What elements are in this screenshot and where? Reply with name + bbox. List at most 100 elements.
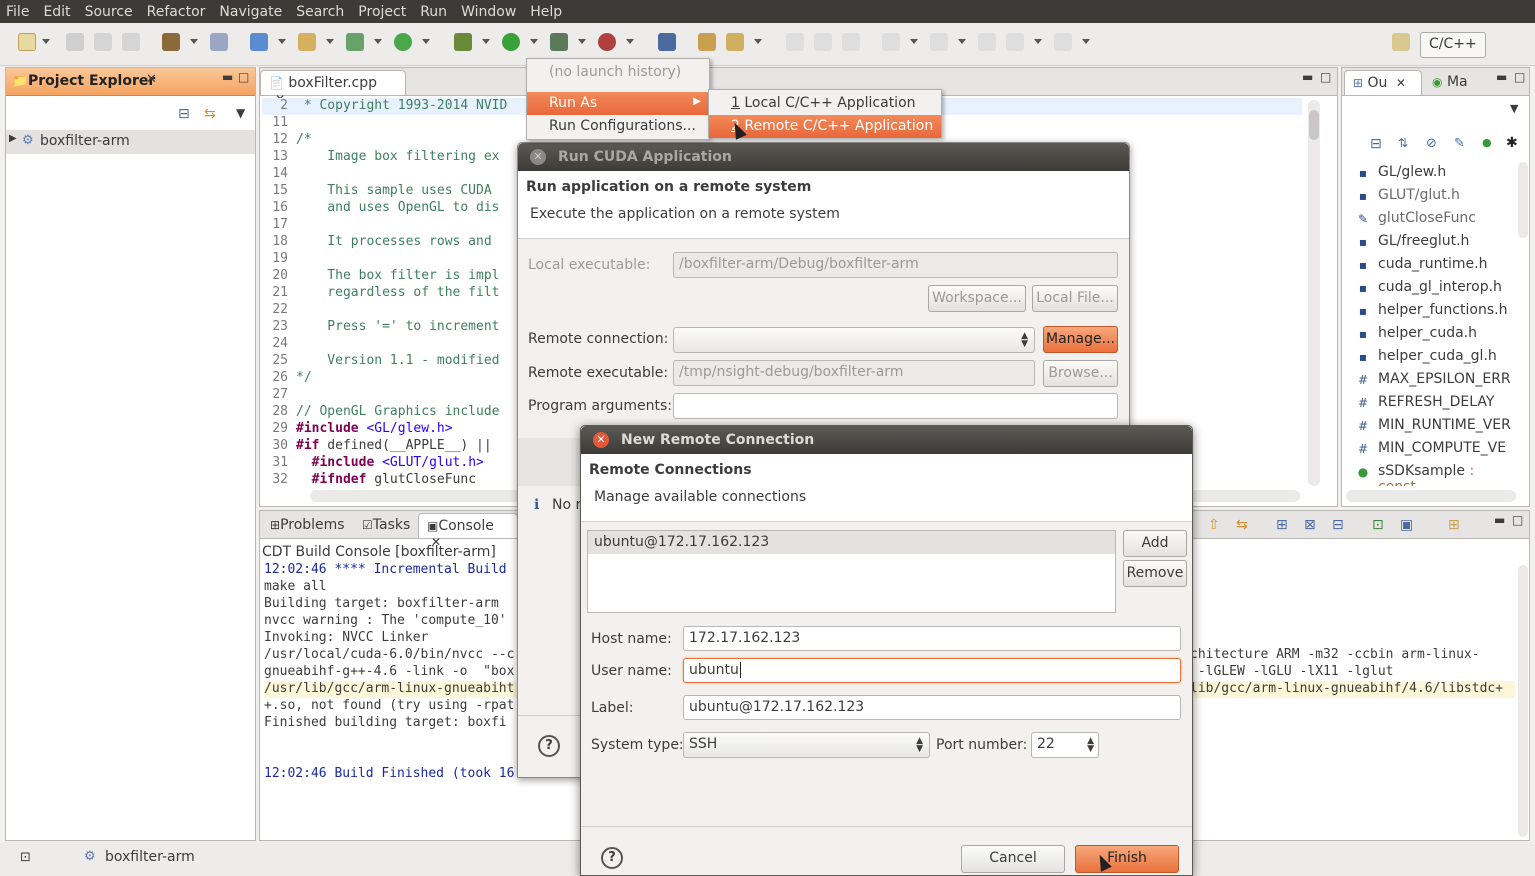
program-args-field[interactable] <box>673 393 1118 419</box>
outline-item[interactable]: # REFRESH_DELAY <box>1342 392 1514 415</box>
run-icon[interactable] <box>502 33 520 51</box>
outline-item[interactable]: ▪ helper_functions.h <box>1342 300 1514 323</box>
open-console-icon[interactable]: ⊞ <box>1448 517 1460 533</box>
menu-project[interactable]: Project <box>358 4 406 20</box>
collapse-all-icon[interactable]: ⊟ <box>178 106 190 122</box>
menu-navigate[interactable]: Navigate <box>219 4 282 20</box>
remove-button[interactable]: Remove <box>1123 560 1187 587</box>
copy-icon[interactable]: ⊞ <box>1276 517 1288 533</box>
menu-item-local-app[interactable]: 1 Local C/C++ Application <box>709 92 941 115</box>
manage-button[interactable]: Manage... <box>1043 326 1118 353</box>
last-edit-icon[interactable] <box>978 33 996 51</box>
new-file-icon[interactable] <box>346 33 364 51</box>
remote-exe-field[interactable]: /tmp/nsight-debug/boxfilter-arm <box>673 360 1035 386</box>
cancel-button[interactable]: Cancel <box>961 845 1065 873</box>
save-icon[interactable] <box>66 33 84 51</box>
back-icon[interactable] <box>1006 33 1024 51</box>
menu-item-run-as[interactable]: Run As ▶ <box>527 92 709 115</box>
refresh-icon[interactable] <box>394 33 412 51</box>
outline-item[interactable]: # MIN_COMPUTE_VE <box>1342 438 1514 461</box>
outline-item[interactable]: ✎ glutCloseFunc <box>1342 208 1514 231</box>
help-icon[interactable]: ? <box>538 735 560 757</box>
display-console-icon[interactable]: ▣ <box>1400 517 1413 533</box>
console-scrollbar[interactable] <box>1518 565 1528 837</box>
close-icon[interactable]: ✕ <box>1396 76 1406 90</box>
forward-icon[interactable] <box>1054 33 1072 51</box>
menu-run[interactable]: Run <box>420 4 447 20</box>
debug-bug-icon[interactable] <box>454 33 472 51</box>
tab-console[interactable]: ▣Console ✕ <box>418 513 518 549</box>
user-name-field[interactable]: ubuntu <box>683 658 1181 683</box>
outline-item[interactable]: ▪ helper_cuda.h <box>1342 323 1514 346</box>
connections-list[interactable]: ubuntu@172.17.162.123 <box>587 530 1116 613</box>
menu-search[interactable]: Search <box>296 4 344 20</box>
list-item[interactable]: ubuntu@172.17.162.123 <box>588 531 1115 554</box>
new-project-icon[interactable] <box>250 33 268 51</box>
help-icon[interactable]: ? <box>601 847 623 869</box>
add-button[interactable]: Add <box>1123 530 1187 557</box>
view-menu-icon[interactable]: ▼ <box>1510 102 1518 115</box>
tab-outline[interactable]: ⊞ Ou ✕ <box>1344 70 1422 95</box>
minimize-icon[interactable]: ▬ <box>1496 70 1507 84</box>
outline-item[interactable]: ▪ GLUT/glut.h <box>1342 185 1514 208</box>
minimize-icon[interactable]: ▬ <box>1302 70 1313 84</box>
menu-source[interactable]: Source <box>85 4 133 20</box>
system-type-select[interactable]: SSH ▲ ▼ <box>683 732 930 758</box>
project-explorer-tab[interactable]: 📁 Project Explorer ✕ ▬ □ <box>6 68 255 96</box>
hide-nonpublic-icon[interactable]: ● <box>1482 136 1492 149</box>
menu-window[interactable]: Window <box>461 4 516 20</box>
hide-static-icon[interactable]: ✎ <box>1454 136 1465 151</box>
outline-scrollbar[interactable] <box>1518 162 1528 238</box>
new-folder-icon[interactable] <box>298 33 316 51</box>
minimize-icon[interactable]: ▬ <box>222 70 233 84</box>
link-editor-icon[interactable]: ⇆ <box>204 106 216 122</box>
word-wrap-icon[interactable]: ⊠ <box>1304 517 1316 533</box>
open-perspective-icon[interactable] <box>1392 33 1410 51</box>
pin-up-icon[interactable]: ⇧ <box>1208 517 1220 533</box>
remote-connection-select[interactable]: ▲ ▼ <box>673 327 1035 353</box>
build-all-icon[interactable] <box>210 33 228 51</box>
close-icon[interactable]: ✕ <box>146 72 157 87</box>
outline-item[interactable]: ▪ GL/glew.h <box>1342 162 1514 185</box>
menu-item-run-configurations[interactable]: Run Configurations... <box>527 115 709 138</box>
prev-annotation-icon[interactable] <box>930 33 948 51</box>
outline-item[interactable]: ▪ cuda_gl_interop.h <box>1342 277 1514 300</box>
maximize-icon[interactable]: □ <box>1320 70 1331 84</box>
tab-tasks[interactable]: ☑Tasks <box>354 513 418 538</box>
external-tools-icon[interactable] <box>598 33 616 51</box>
browse-button[interactable]: Browse... <box>1043 360 1118 387</box>
maximize-icon[interactable]: □ <box>238 70 249 84</box>
close-icon[interactable]: ✕ <box>593 432 609 448</box>
skip-breakpoints-icon[interactable] <box>658 33 676 51</box>
profile-icon[interactable] <box>550 33 568 51</box>
project-tree-item[interactable]: ▶ ⚙ boxfilter-arm <box>6 130 255 154</box>
build-hammer-icon[interactable] <box>162 33 180 51</box>
fast-view-icon[interactable]: ⊡ <box>20 850 31 865</box>
local-exe-field[interactable]: /boxfilter-arm/Debug/boxfilter-arm <box>673 252 1118 278</box>
hide-fields-icon[interactable]: ⊘ <box>1426 136 1437 151</box>
scroll-lock-icon[interactable]: ⇆ <box>1236 517 1248 533</box>
vertical-scrollbar[interactable] <box>1308 100 1320 486</box>
editor-tab[interactable]: 📄 boxFilter.cpp ✕ <box>260 70 406 106</box>
host-name-field[interactable]: 172.17.162.123 <box>683 626 1181 651</box>
menu-refactor[interactable]: Refactor <box>147 4 206 20</box>
close-icon[interactable]: ✕ <box>530 149 546 165</box>
local-file-button[interactable]: Local File... <box>1032 285 1118 312</box>
menu-edit[interactable]: Edit <box>43 4 70 20</box>
outline-item[interactable]: ▪ cuda_runtime.h <box>1342 254 1514 277</box>
minimize-icon[interactable]: ▬ <box>1494 513 1505 527</box>
tab-problems[interactable]: ⊞Problems <box>262 513 354 538</box>
outline-item[interactable]: ▪ GL/freeglut.h <box>1342 231 1514 254</box>
hide-macros-icon[interactable]: ✱ <box>1506 135 1518 151</box>
expand-arrow-icon[interactable]: ▶ <box>9 133 17 144</box>
save-all-icon[interactable] <box>94 33 112 51</box>
tab-make-target[interactable]: ◉ Ma <box>1424 70 1490 95</box>
label-field[interactable]: ubuntu@172.17.162.123 <box>683 695 1181 720</box>
menu-help[interactable]: Help <box>530 4 562 20</box>
maximize-icon[interactable]: □ <box>1514 70 1525 84</box>
collapse-all-icon[interactable]: ⊟ <box>1370 136 1382 152</box>
spinner-icon[interactable]: ▲ ▼ <box>1087 737 1094 754</box>
port-number-stepper[interactable]: 22 ▲ ▼ <box>1031 732 1099 758</box>
menu-file[interactable]: File <box>6 4 29 20</box>
outline-item[interactable]: # MAX_EPSILON_ERR <box>1342 369 1514 392</box>
